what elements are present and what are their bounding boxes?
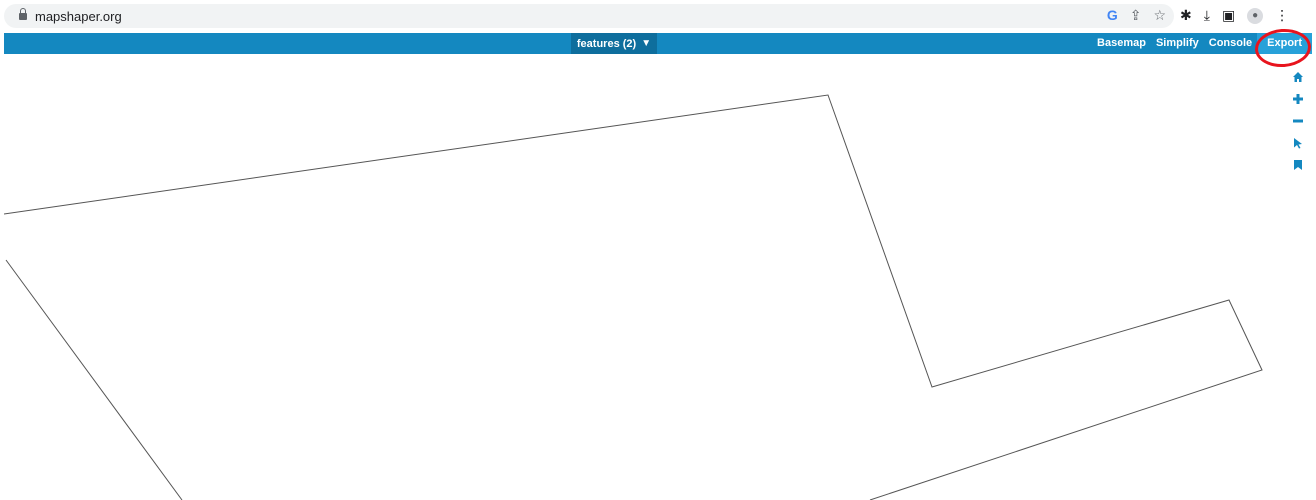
omnibox-icons: G ⇪ ☆: [1107, 7, 1166, 24]
star-icon[interactable]: ☆: [1153, 7, 1166, 24]
side-panel-icon[interactable]: ▣: [1222, 7, 1235, 24]
nav-console[interactable]: Console: [1204, 33, 1257, 54]
google-icon[interactable]: G: [1107, 7, 1118, 24]
menu-icon[interactable]: ⋮: [1275, 7, 1289, 24]
share-icon[interactable]: ⇪: [1130, 7, 1142, 24]
nav-basemap[interactable]: Basemap: [1092, 33, 1151, 54]
download-icon[interactable]: ⤓: [1204, 7, 1210, 24]
url-text[interactable]: mapshaper.org: [35, 9, 122, 24]
omnibox[interactable]: mapshaper.org G ⇪ ☆: [4, 4, 1174, 28]
zoom-out-icon[interactable]: [1288, 110, 1308, 132]
map-tools: [1288, 66, 1308, 176]
map-features: [4, 94, 1263, 500]
feature-outline-2[interactable]: [5, 259, 183, 500]
caret-down-icon: ▼: [641, 38, 652, 49]
home-icon[interactable]: [1288, 66, 1308, 88]
extensions-icon[interactable]: ✱: [1180, 7, 1192, 24]
browser-toolbar-icons: ✱ ⤓ ▣ ● ⋮: [1180, 7, 1289, 24]
bookmark-icon[interactable]: [1288, 154, 1308, 176]
app-toolbar: features (2) ▼ Basemap Simplify Console …: [4, 33, 1312, 54]
lock-icon[interactable]: [19, 8, 27, 20]
feature-outline-1[interactable]: [4, 94, 1263, 500]
select-pointer-icon[interactable]: [1288, 132, 1308, 154]
layer-menu-button[interactable]: features (2) ▼: [571, 33, 657, 54]
zoom-in-icon[interactable]: [1288, 88, 1308, 110]
profile-icon[interactable]: ●: [1247, 7, 1264, 24]
map-canvas[interactable]: [4, 54, 1312, 500]
layer-menu-label: features (2): [576, 37, 637, 50]
nav-simplify[interactable]: Simplify: [1151, 33, 1204, 54]
browser-address-bar: mapshaper.org G ⇪ ☆ ✱ ⤓ ▣ ● ⋮: [0, 0, 1316, 33]
